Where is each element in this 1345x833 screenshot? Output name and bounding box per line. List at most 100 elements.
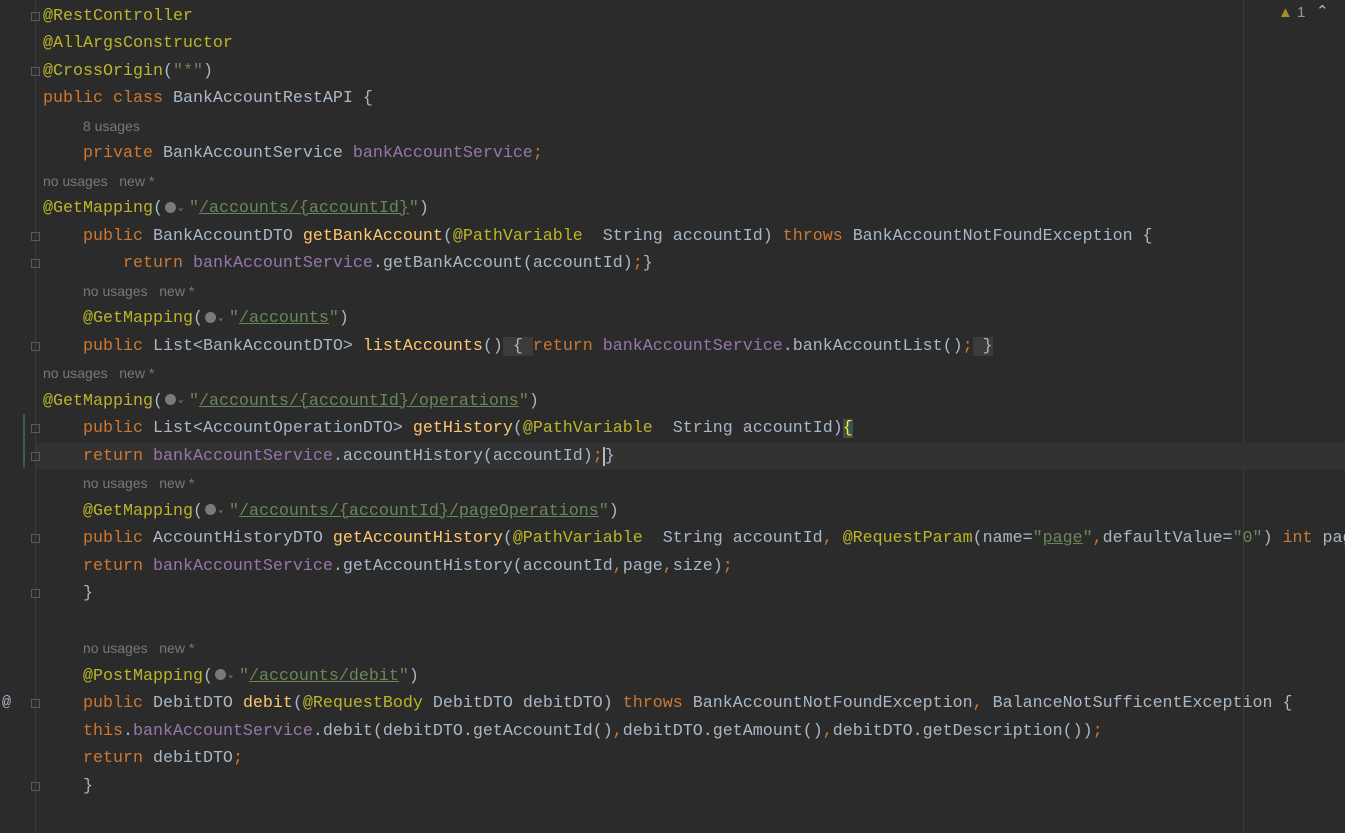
code-token: bankAccountService [602, 336, 783, 356]
code-token: ) [202, 61, 213, 81]
url-path-link[interactable]: page [1043, 529, 1083, 548]
fold-marker-icon[interactable] [31, 699, 40, 708]
chevron-up-icon[interactable]: ⌃ [1316, 2, 1329, 20]
code-line: public class BankAccountRestAPI { [43, 85, 373, 113]
code-token: BankAccountNotFoundException { [852, 226, 1153, 246]
code-token: @PathVariable [452, 226, 583, 246]
code-token: ; [1092, 721, 1103, 741]
fold-marker-icon[interactable] [31, 451, 40, 461]
code-token: String accountId) [582, 226, 783, 246]
code-token: public [83, 226, 153, 246]
code-line: @RestController [43, 3, 193, 31]
code-token: " [188, 199, 199, 218]
code-token: ; [532, 144, 543, 163]
url-path-link[interactable]: /accounts/{accountId}/pageOperations [239, 502, 599, 521]
code-token: public [83, 694, 153, 713]
code-token: @GetMapping [83, 309, 193, 328]
code-token: } [83, 776, 93, 796]
usage-hint[interactable]: no usages new * [43, 635, 194, 663]
code-token: bankAccountService [132, 721, 313, 741]
code-token: . [122, 721, 133, 741]
fold-marker-icon[interactable] [31, 534, 40, 543]
code-token: .accountHistory(accountId) [332, 446, 593, 466]
code-token: (name= [972, 529, 1033, 548]
url-path-link[interactable]: /accounts/debit [249, 667, 399, 686]
usage-hint[interactable]: no usages new * [43, 360, 154, 388]
globe-endpoint-icon[interactable]: ⌄ [164, 200, 188, 216]
usage-hint-text[interactable]: no usages new * [83, 475, 194, 491]
code-token: @AllArgsConstructor [43, 34, 233, 53]
folded-code[interactable]: { [502, 336, 533, 356]
code-token: getHistory [412, 419, 513, 438]
fold-marker-icon[interactable] [31, 259, 40, 268]
code-token: return [83, 446, 153, 466]
code-token: " [228, 501, 239, 521]
fold-marker-icon[interactable] [31, 424, 40, 433]
usage-hint-text[interactable]: no usages new * [43, 173, 154, 189]
inspection-widget[interactable]: ▲ 1 [1278, 4, 1305, 21]
code-token: debitDTO.getDescription()) [832, 721, 1093, 741]
code-token: ( [152, 199, 163, 218]
code-token: " [398, 666, 409, 686]
code-token: defaultValue= [1102, 529, 1233, 548]
fold-marker-icon[interactable] [31, 589, 40, 598]
code-token: debit [242, 694, 293, 713]
code-token: , [1092, 529, 1103, 548]
fold-marker-icon[interactable] [31, 341, 40, 351]
code-token: " [238, 666, 249, 686]
code-token: ; [232, 749, 243, 768]
code-token: AccountHistoryDTO [152, 529, 333, 548]
usage-hint-text[interactable]: no usages new * [83, 640, 194, 656]
code-line: @CrossOrigin("*") [43, 58, 213, 86]
url-path-link[interactable]: /accounts/{accountId}/operations [199, 392, 519, 411]
code-token: @RequestBody [302, 694, 433, 713]
fold-marker-icon[interactable] [31, 66, 40, 76]
usage-hint[interactable]: no usages new * [43, 470, 194, 498]
usage-hint-text[interactable]: no usages new * [43, 365, 154, 381]
code-token: "*" [172, 61, 203, 81]
folded-code[interactable]: } [972, 336, 993, 356]
code-token: ) [408, 666, 419, 686]
usage-hint[interactable]: 8 usages [43, 113, 140, 141]
code-token: DebitDTO [152, 694, 243, 713]
code-token: @GetMapping [43, 199, 153, 218]
code-token: page [622, 556, 663, 576]
code-token: " [1082, 529, 1093, 548]
code-token: @RestController [43, 6, 193, 26]
code-line: public List<AccountOperationDTO> getHist… [43, 415, 853, 443]
code-token: ; [722, 556, 733, 576]
usage-hint[interactable]: no usages new * [43, 168, 154, 196]
code-line: public AccountHistoryDTO getAccountHisto… [43, 525, 1345, 553]
endpoint-gutter-icon[interactable]: @ [2, 694, 11, 711]
code-token: getAccountHistory [332, 529, 503, 548]
code-token: BankAccountRestAPI { [172, 89, 373, 108]
fold-marker-icon[interactable] [31, 11, 40, 21]
code-line: @GetMapping(⌄ "/accounts/{accountId}/oper… [43, 388, 539, 416]
code-editor[interactable]: ▲ 1 ⌃ @RestController @AllArgsConstructor… [0, 0, 1345, 833]
warning-count: 1 [1297, 4, 1306, 21]
code-line: public DebitDTO debit(@RequestBody Debit… [43, 690, 1293, 718]
globe-endpoint-icon[interactable]: ⌄ [214, 667, 238, 683]
fold-marker-icon[interactable] [31, 231, 40, 241]
code-token: public [83, 336, 153, 356]
code-token: ( [502, 529, 513, 548]
fold-marker-icon[interactable] [31, 781, 40, 791]
code-token: } [602, 446, 615, 466]
usage-hint[interactable]: no usages new * [43, 278, 194, 306]
code-line: @GetMapping(⌄ "/accounts/{accountId}") [43, 195, 429, 223]
code-token: public [83, 419, 153, 438]
code-line: @AllArgsConstructor [43, 30, 233, 58]
code-token: .bankAccountList() [782, 336, 963, 356]
code-token: ( [512, 419, 523, 438]
usage-hint-text[interactable]: 8 usages [83, 118, 140, 134]
code-token: bankAccountService [352, 144, 533, 163]
usage-hint-text[interactable]: no usages new * [83, 283, 194, 299]
code-token: pag [1322, 529, 1345, 548]
code-line: @GetMapping(⌄ "/accounts/{accountId}/page… [43, 498, 619, 526]
globe-endpoint-icon[interactable]: ⌄ [204, 502, 228, 518]
code-token: ( [152, 391, 163, 411]
url-path-link[interactable]: /accounts [239, 309, 329, 328]
globe-endpoint-icon[interactable]: ⌄ [164, 392, 188, 408]
globe-endpoint-icon[interactable]: ⌄ [204, 310, 228, 326]
url-path-link[interactable]: /accounts/{accountId} [199, 199, 409, 218]
